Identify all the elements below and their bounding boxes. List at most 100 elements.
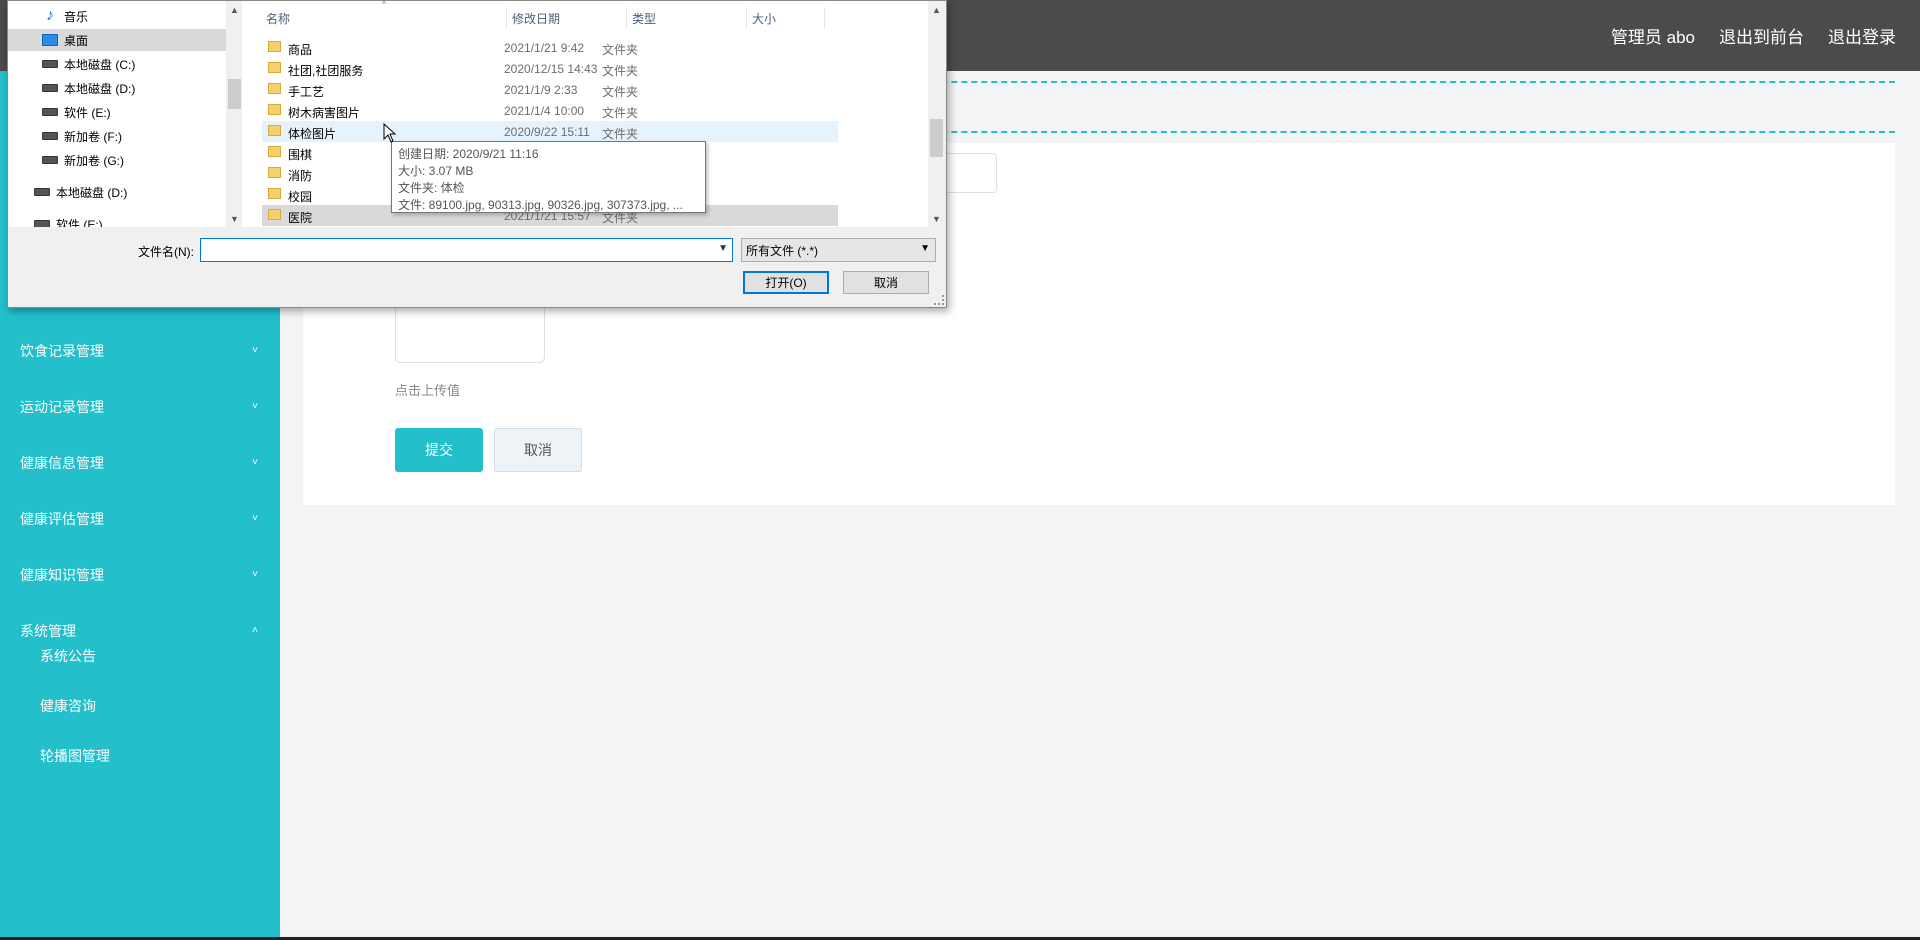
nav-item-drive-f[interactable]: 新加卷 (F:): [8, 125, 226, 147]
nav-item-label: 本地磁盘 (C:): [64, 57, 136, 72]
folder-icon: [268, 104, 281, 115]
sidebar-item-health-assessment[interactable]: 健康评估管理 ˅: [0, 491, 280, 547]
sidebar-subitem-announcement[interactable]: 系统公告: [0, 631, 280, 681]
sidebar-subitem-label: 系统公告: [40, 648, 96, 664]
scroll-down-icon[interactable]: ▼: [226, 210, 243, 227]
resize-grip-icon[interactable]: [934, 295, 944, 305]
mouse-cursor-icon: [383, 123, 397, 143]
tooltip-size: 大小: 3.07 MB: [398, 164, 474, 178]
drive-icon: [42, 57, 58, 71]
scroll-up-icon[interactable]: ▲: [928, 1, 945, 18]
file-name: 商品: [288, 43, 313, 57]
file-open-dialog: ♪ 音乐 桌面 本地磁盘 (C:) 本地磁盘 (D:) 软件 (E:) 新加卷 …: [7, 0, 947, 308]
sidebar-subitem-carousel[interactable]: 轮播图管理: [0, 731, 280, 781]
file-type: 文件夹: [602, 43, 639, 57]
nav-item-drive-d-2[interactable]: 本地磁盘 (D:): [8, 181, 226, 203]
column-header-type[interactable]: 类型: [628, 7, 747, 29]
folder-icon: [268, 146, 281, 157]
sidebar-item-diet[interactable]: 饮食记录管理 ˅: [0, 323, 280, 379]
nav-item-music[interactable]: ♪ 音乐: [8, 5, 226, 27]
nav-item-drive-e-2[interactable]: 软件 (E:): [8, 213, 226, 227]
sidebar-item-health-knowledge[interactable]: 健康知识管理 ˅: [0, 547, 280, 603]
nav-item-drive-g[interactable]: 新加卷 (G:): [8, 149, 226, 171]
sidebar-item-label: 健康评估管理: [20, 511, 104, 527]
tooltip-files: 文件: 89100.jpg, 90313.jpg, 90326.jpg, 307…: [398, 198, 683, 212]
drive-icon: [42, 105, 58, 119]
nav-item-label: 桌面: [64, 33, 89, 48]
tooltip-created: 创建日期: 2020/9/21 11:16: [398, 147, 539, 161]
folder-icon: [268, 83, 281, 94]
folder-icon: [268, 62, 281, 73]
scroll-down-icon[interactable]: ▼: [928, 210, 945, 227]
submit-button[interactable]: 提交: [395, 428, 483, 472]
chevron-down-icon: ˅: [252, 457, 258, 468]
nav-item-label: 本地磁盘 (D:): [64, 81, 136, 96]
file-row[interactable]: 商品 2021/1/21 9:42 文件夹: [262, 37, 838, 58]
nav-item-drive-c[interactable]: 本地磁盘 (C:): [8, 53, 226, 75]
file-type: 文件夹: [602, 64, 639, 78]
file-row[interactable]: 树木病害图片 2021/1/4 10:00 文件夹: [262, 100, 838, 121]
file-date: 2021/1/9 2:33: [504, 83, 578, 97]
drive-icon: [42, 129, 58, 143]
column-header-date[interactable]: 修改日期: [508, 7, 627, 29]
logout-link[interactable]: 退出登录: [1828, 23, 1896, 48]
desktop-icon: [42, 33, 58, 47]
frontend-link[interactable]: 退出到前台: [1719, 23, 1804, 48]
upload-box[interactable]: [395, 300, 545, 363]
file-name: 手工艺: [288, 85, 325, 99]
sidebar-subitem-label: 轮播图管理: [40, 748, 110, 764]
file-list-scrollbar[interactable]: ▲ ▼: [928, 1, 945, 227]
file-date: 2021/1/21 9:42: [504, 41, 585, 55]
filename-label: 文件名(N):: [138, 245, 194, 259]
drive-icon: [42, 81, 58, 95]
file-name: 体检图片: [288, 127, 337, 141]
sort-arrow-icon: ^: [382, 1, 387, 9]
sidebar-subitem-consultation[interactable]: 健康咨询: [0, 681, 280, 731]
column-label: 类型: [632, 11, 657, 26]
nav-item-label: 新加卷 (F:): [64, 129, 122, 144]
file-type: 文件夹: [602, 85, 639, 99]
folder-icon: [268, 167, 281, 178]
open-button[interactable]: 打开(O): [743, 271, 829, 294]
file-row[interactable]: 社团,社团服务 2020/12/15 14:43 文件夹: [262, 58, 838, 79]
column-label: 修改日期: [512, 11, 561, 26]
sidebar-item-label: 健康信息管理: [20, 455, 104, 471]
nav-item-label: 新加卷 (G:): [64, 153, 124, 168]
file-type: 文件夹: [602, 106, 639, 120]
music-icon: ♪: [46, 7, 54, 24]
sidebar-item-label: 运动记录管理: [20, 399, 104, 415]
nav-scrollbar[interactable]: ▲ ▼: [226, 1, 243, 227]
file-name: 树木病害图片: [288, 106, 361, 120]
admin-label[interactable]: 管理员 abo: [1611, 23, 1695, 48]
nav-item-drive-d[interactable]: 本地磁盘 (D:): [8, 77, 226, 99]
file-row[interactable]: 手工艺 2021/1/9 2:33 文件夹: [262, 79, 838, 100]
scroll-thumb[interactable]: [228, 79, 241, 109]
sidebar-item-health-info[interactable]: 健康信息管理 ˅: [0, 435, 280, 491]
file-row-hovered[interactable]: 体检图片 2020/9/22 15:11 文件夹: [262, 121, 838, 142]
tooltip-folders: 文件夹: 体检: [398, 181, 465, 195]
sidebar-item-label: 饮食记录管理: [20, 343, 104, 359]
sidebar-item-exercise[interactable]: 运动记录管理 ˅: [0, 379, 280, 435]
navigation-pane[interactable]: ♪ 音乐 桌面 本地磁盘 (C:) 本地磁盘 (D:) 软件 (E:) 新加卷 …: [8, 1, 226, 227]
nav-item-label: 本地磁盘 (D:): [56, 185, 128, 200]
sidebar-subitem-label: 健康咨询: [40, 698, 96, 714]
chevron-down-icon: ˅: [252, 345, 258, 356]
nav-item-drive-e[interactable]: 软件 (E:): [8, 101, 226, 123]
file-date: 2021/1/4 10:00: [504, 104, 585, 118]
column-header-name[interactable]: 名称: [262, 7, 507, 29]
scroll-thumb[interactable]: [930, 119, 943, 157]
cancel-button[interactable]: 取消: [494, 428, 582, 472]
scroll-up-icon[interactable]: ▲: [226, 1, 243, 18]
chevron-down-icon: ˅: [252, 569, 258, 580]
file-date: 2020/9/22 15:11: [504, 125, 590, 139]
column-header-size[interactable]: 大小: [748, 7, 825, 29]
chevron-down-icon[interactable]: ▼: [718, 243, 728, 254]
drive-icon: [34, 185, 50, 199]
file-type-filter[interactable]: 所有文件 (*.*) ▼: [741, 238, 936, 262]
nav-item-desktop[interactable]: 桌面: [8, 29, 226, 51]
file-type: 文件夹: [602, 127, 639, 141]
dialog-cancel-button[interactable]: 取消: [843, 271, 929, 294]
drive-icon: [34, 217, 50, 227]
upload-hint: 点击上传值: [395, 383, 461, 398]
filename-input[interactable]: ▼: [200, 238, 733, 262]
